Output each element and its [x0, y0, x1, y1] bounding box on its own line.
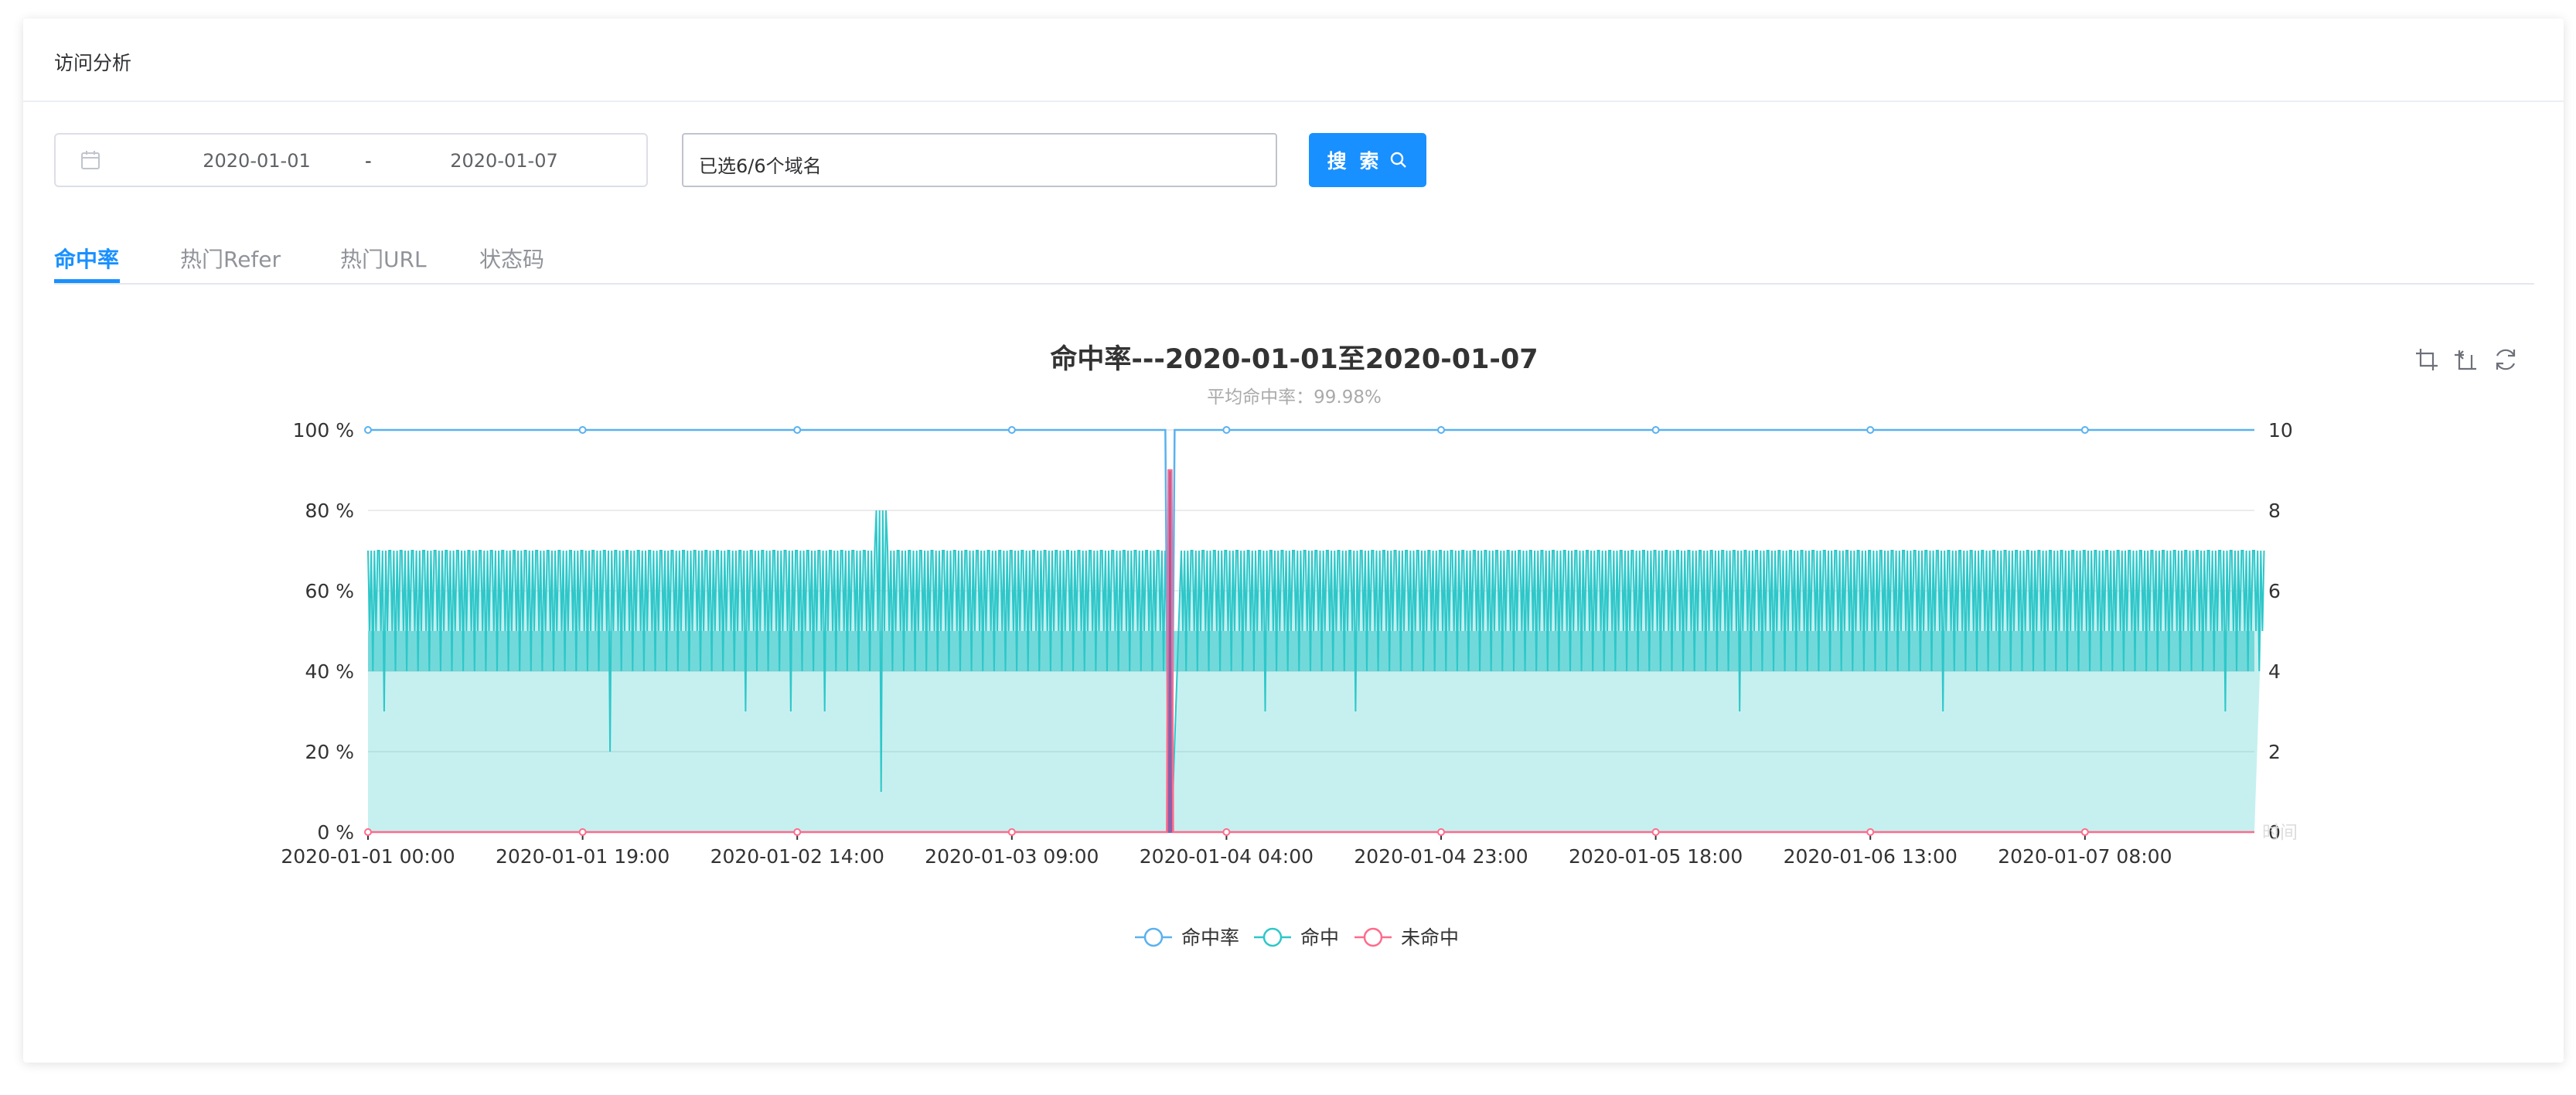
x-tick-label: 2020-01-02 14:00 [710, 845, 884, 868]
miss-point [364, 828, 372, 836]
miss-point [1437, 828, 1446, 836]
chart-title: 命中率---2020-01-01至2020-01-07 [1050, 343, 1538, 375]
miss-point [1007, 828, 1016, 836]
y-right-tick-label: 6 [2268, 580, 2281, 602]
y-left-tick-label: 100 % [293, 419, 354, 442]
x-tick-label: 2020-01-05 18:00 [1569, 845, 1743, 868]
y-left-tick-label: 40 % [305, 660, 354, 683]
miss-point [1866, 828, 1875, 836]
legend-label: 命中 [1300, 926, 1339, 949]
legend-marker [1262, 927, 1283, 947]
x-tick-label: 2020-01-06 13:00 [1784, 845, 1958, 868]
hit-rate-point [793, 426, 802, 434]
hit-rate-point [1866, 426, 1875, 434]
x-tick-label: 2020-01-01 00:00 [281, 845, 455, 868]
y-left-tick-label: 0 % [317, 821, 354, 844]
x-tick-label: 2020-01-01 19:00 [496, 845, 670, 868]
hit-rate-chart: 命中率---2020-01-01至2020-01-07 平均命中率：99.98% 0… [281, 343, 2298, 949]
y-right-tick-label: 2 [2268, 741, 2281, 763]
y-right-tick-label: 10 [2268, 419, 2293, 442]
y-left-tick-label: 80 % [305, 500, 354, 522]
hit-rate-point [1437, 426, 1446, 434]
miss-point [793, 828, 802, 836]
miss-point [2080, 828, 2089, 836]
chart-subtitle: 平均命中率：99.98% [1207, 387, 1382, 408]
x-tick-label: 2020-01-03 09:00 [925, 845, 1099, 868]
hit-rate-point [364, 426, 372, 434]
main-card: 访问分析 2020-01-01 - 2020-01-07 已选6/6个域名 搜 … [23, 19, 2564, 1063]
miss-point [1651, 828, 1660, 836]
x-tick-label: 2020-01-04 04:00 [1140, 845, 1314, 868]
hit-rate-point [578, 426, 587, 434]
hit-rate-point [1222, 426, 1231, 434]
hit-series-dense-band [368, 631, 2254, 671]
hit-rate-point [1651, 426, 1660, 434]
y-left-tick-label: 20 % [305, 741, 354, 763]
y-right-tick-label: 8 [2268, 500, 2281, 522]
legend-label: 命中率 [1181, 926, 1239, 949]
x-tick-label: 2020-01-04 23:00 [1354, 845, 1528, 868]
hit-rate-point [1007, 426, 1016, 434]
legend-marker [1143, 927, 1164, 947]
hit-rate-point [2080, 426, 2089, 434]
y-left-tick-label: 60 % [305, 580, 354, 602]
legend-marker [1363, 927, 1383, 947]
miss-point [1222, 828, 1231, 836]
x-axis-label: 时间 [2262, 823, 2298, 843]
legend-label: 未命中 [1401, 926, 1459, 949]
y-right-tick-label: 4 [2268, 660, 2281, 683]
x-tick-label: 2020-01-07 08:00 [1998, 845, 2172, 868]
miss-point [578, 828, 587, 836]
